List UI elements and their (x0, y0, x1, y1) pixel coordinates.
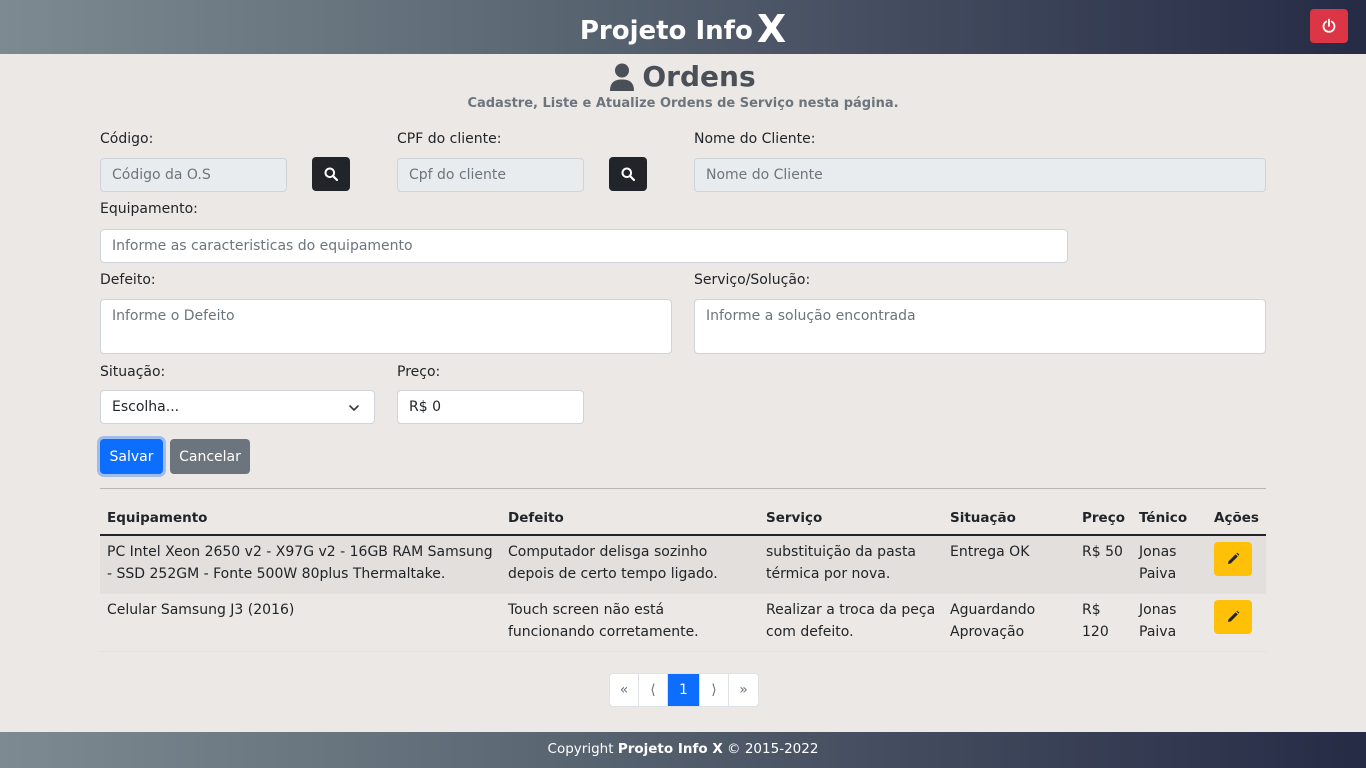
cell-situacao: Aguardando Aprovação (943, 593, 1075, 652)
page-next-button[interactable]: ⟩ (700, 674, 729, 706)
cell-acoes (1207, 593, 1266, 652)
brand-title: Projeto Info X (0, 10, 1366, 48)
col-acoes: Ações (1207, 502, 1266, 536)
cell-situacao: Entrega OK (943, 535, 1075, 594)
table-row: PC Intel Xeon 2650 v2 - X97G v2 - 16GB R… (100, 535, 1266, 594)
equipamento-label: Equipamento: (100, 201, 198, 217)
cell-defeito: Computador delisga sozinho depois de cer… (501, 535, 759, 594)
user-icon (610, 63, 635, 91)
cell-defeito: Touch screen não está funcionando corret… (501, 593, 759, 652)
defeito-textarea[interactable]: Informe o Defeito (100, 299, 672, 354)
col-preco: Preço (1075, 502, 1132, 536)
nome-input[interactable]: Nome do Cliente (694, 158, 1266, 192)
table-row: Celular Samsung J3 (2016) Touch screen n… (100, 593, 1266, 652)
page-title-text: Ordens (642, 60, 756, 93)
situacao-select[interactable]: Escolha... (100, 390, 375, 424)
cell-servico: Realizar a troca da peça com defeito. (759, 593, 943, 652)
logout-button[interactable] (1310, 9, 1348, 43)
pencil-icon (1228, 552, 1240, 564)
footer-suffix: © 2015-2022 (727, 741, 819, 757)
cell-preco: R$ 50 (1075, 535, 1132, 594)
cpf-label: CPF do cliente: (397, 131, 502, 147)
page-prev-button[interactable]: ⟨ (639, 674, 668, 706)
cancel-button[interactable]: Cancelar (170, 439, 250, 474)
page-last-button[interactable]: » (729, 674, 758, 706)
cell-equipamento: PC Intel Xeon 2650 v2 - X97G v2 - 16GB R… (100, 535, 501, 594)
power-icon (1322, 18, 1336, 33)
edit-button[interactable] (1214, 542, 1252, 576)
search-codigo-button[interactable] (312, 157, 350, 191)
pencil-icon (1228, 610, 1240, 622)
col-equipamento: Equipamento (100, 502, 501, 536)
footer: Copyright Projeto Info X © 2015-2022 (0, 732, 1366, 768)
preco-label: Preço: (397, 364, 441, 380)
servico-textarea[interactable]: Informe a solução encontrada (694, 299, 1266, 354)
col-servico: Serviço (759, 502, 943, 536)
codigo-input[interactable]: Código da O.S (100, 158, 287, 192)
cell-acoes (1207, 535, 1266, 594)
cell-servico: substituição da pasta térmica por nova. (759, 535, 943, 594)
col-situacao: Situação (943, 502, 1075, 536)
equipamento-input[interactable]: Informe as caracteristicas do equipament… (100, 229, 1068, 263)
situacao-label: Situação: (100, 364, 166, 380)
cell-tecnico: Jonas Paiva (1132, 593, 1207, 652)
brand-mark: X (756, 7, 787, 51)
nome-label: Nome do Cliente: (694, 131, 816, 147)
page-first-button[interactable]: « (610, 674, 639, 706)
edit-button[interactable] (1214, 600, 1252, 634)
search-icon (324, 167, 338, 181)
footer-brand: Projeto Info X (617, 741, 723, 757)
cell-equipamento: Celular Samsung J3 (2016) (100, 593, 501, 652)
defeito-label: Defeito: (100, 272, 156, 288)
preco-input[interactable]: R$ 0 (397, 390, 584, 424)
search-cpf-button[interactable] (609, 157, 647, 191)
search-icon (621, 167, 635, 181)
codigo-label: Código: (100, 131, 154, 147)
col-tecnico: Ténico (1132, 502, 1207, 536)
page-current-button[interactable]: 1 (668, 674, 700, 706)
cpf-input[interactable]: Cpf do cliente (397, 158, 584, 192)
pagination: « ⟨ 1 ⟩ » (609, 673, 759, 707)
table-header-row: Equipamento Defeito Serviço Situação Pre… (100, 502, 1266, 536)
divider (100, 488, 1266, 489)
servico-label: Serviço/Solução: (694, 272, 811, 288)
top-navbar: Projeto Info X (0, 0, 1366, 54)
col-defeito: Defeito (501, 502, 759, 536)
save-button[interactable]: Salvar (100, 439, 163, 474)
chevron-down-icon (349, 405, 359, 411)
situacao-selected: Escolha... (112, 399, 180, 415)
cell-preco: R$ 120 (1075, 593, 1132, 652)
page-title: Ordens (610, 58, 756, 96)
brand-text: Projeto Info (579, 16, 753, 46)
page-header: Ordens Cadastre, Liste e Atualize Ordens… (0, 58, 1366, 111)
cell-tecnico: Jonas Paiva (1132, 535, 1207, 594)
orders-table: Equipamento Defeito Serviço Situação Pre… (100, 502, 1266, 652)
footer-prefix: Copyright (547, 741, 614, 757)
page-subtitle: Cadastre, Liste e Atualize Ordens de Ser… (467, 96, 899, 111)
